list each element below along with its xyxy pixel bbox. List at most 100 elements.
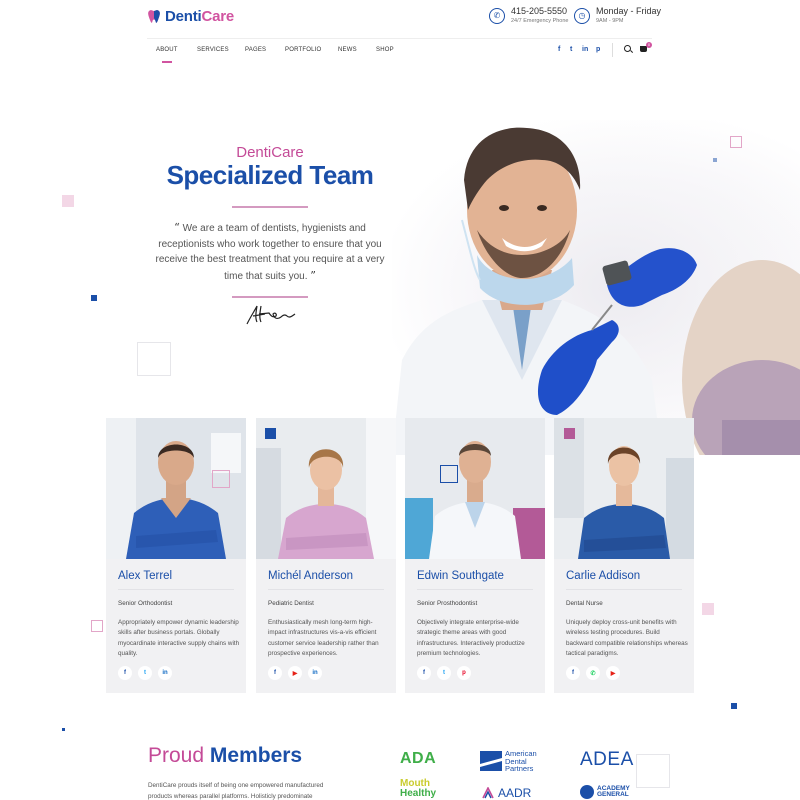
logo-text: DentiCare [165, 8, 234, 25]
youtube-icon[interactable]: ▶ [288, 666, 302, 680]
aadr-mark-icon [482, 787, 494, 799]
team-social-links: f t p [417, 666, 471, 680]
nav-item-portfolio[interactable]: PORTFOLIO [285, 47, 321, 53]
nav-active-indicator [162, 61, 172, 63]
members-title: Proud Members [148, 744, 302, 768]
team-member-desc: Enthusiastically mesh long-term high-imp… [268, 619, 379, 658]
whatsapp-icon[interactable]: ✆ [586, 666, 600, 680]
main-nav: ABOUT SERVICES PAGES PORTFOLIO NEWS SHOP [147, 38, 652, 62]
hero-divider-bottom [232, 296, 308, 298]
contact-hours: ◷ Monday - Friday 9AM - 9PM [574, 6, 661, 25]
phone-number[interactable]: 415-205-5550 [511, 6, 568, 17]
team-member-desc: Appropriately empower dynamic leadership… [118, 619, 240, 658]
card-divider [118, 589, 234, 590]
contact-phone: ✆ 415-205-5550 24/7 Emergency Phone [489, 6, 568, 25]
linkedin-icon[interactable]: in [308, 666, 322, 680]
signature-image [246, 305, 296, 325]
nav-item-pages[interactable]: PAGES [245, 47, 266, 53]
team-photo [405, 418, 545, 559]
decor-square [212, 470, 230, 488]
team-social-links: f t in [118, 666, 172, 680]
nav-item-about[interactable]: ABOUT [156, 47, 178, 53]
decor-dot [62, 728, 65, 731]
team-social-links: f ✆ ▶ [566, 666, 620, 680]
card-divider [417, 589, 533, 590]
twitter-icon[interactable]: t [138, 666, 152, 680]
facebook-icon[interactable]: f [566, 666, 580, 680]
adp-logo[interactable]: American Dental Partners [480, 750, 537, 773]
decor-dot [731, 703, 737, 709]
decor-square [91, 620, 103, 632]
decor-square [137, 342, 171, 376]
hero-brand: DentiCare [236, 144, 304, 161]
search-icon[interactable] [624, 45, 631, 52]
decor-dot [91, 295, 97, 301]
team-card: Michél Anderson Pediatric Dentist Enthus… [256, 418, 396, 693]
academy-mark-icon [580, 785, 594, 799]
academy-logo[interactable]: ACADEMY GENERAL [580, 785, 630, 799]
nav-item-news[interactable]: NEWS [338, 47, 357, 53]
hero-quote-text: We are a team of dentists, hygienists an… [155, 223, 385, 282]
site-header: DentiCare ✆ 415-205-5550 24/7 Emergency … [0, 0, 800, 80]
team-photo [106, 418, 246, 559]
clock-icon: ◷ [574, 7, 590, 24]
mh-text-2: Healthy [400, 788, 437, 799]
facebook-icon[interactable]: f [558, 46, 560, 53]
decor-square [62, 195, 74, 207]
decor-square [564, 428, 575, 439]
team-member-name[interactable]: Michél Anderson [268, 570, 353, 582]
facebook-icon[interactable]: f [268, 666, 282, 680]
card-divider [566, 589, 682, 590]
team-member-desc: Objectively integrate enterprise-wide st… [417, 619, 525, 658]
logo-text-part1: Denti [165, 8, 202, 25]
linkedin-icon[interactable]: in [158, 666, 172, 680]
decor-square [730, 136, 742, 148]
cart-count-badge: 0 [646, 42, 652, 48]
tooth-icon [148, 9, 160, 23]
team-member-name[interactable]: Carlie Addison [566, 570, 640, 582]
adea-logo[interactable]: ADEA [580, 749, 634, 771]
nav-divider [612, 43, 613, 57]
adp-mark-icon [480, 751, 502, 772]
pinterest-icon[interactable]: p [596, 46, 600, 53]
mouth-healthy-logo[interactable]: Mouth Healthy [400, 779, 436, 799]
facebook-icon[interactable]: f [417, 666, 431, 680]
team-photo [256, 418, 396, 559]
card-divider [268, 589, 384, 590]
nav-item-services[interactable]: SERVICES [197, 47, 229, 53]
nav-item-shop[interactable]: SHOP [376, 47, 394, 53]
members-text: DentiCare prouds itself of being one emp… [148, 782, 324, 800]
linkedin-icon[interactable]: in [582, 46, 588, 53]
youtube-icon[interactable]: ▶ [606, 666, 620, 680]
phone-icon: ✆ [489, 7, 505, 24]
twitter-icon[interactable]: t [437, 666, 451, 680]
facebook-icon[interactable]: f [118, 666, 132, 680]
team-member-name[interactable]: Edwin Southgate [417, 570, 504, 582]
decor-square [440, 465, 458, 483]
team-member-name[interactable]: Alex Terrel [118, 570, 172, 582]
team-social-links: f ▶ in [268, 666, 322, 680]
members-title-part1: Proud [148, 744, 205, 767]
adp-text-3: Partners [505, 764, 534, 773]
decor-square [265, 428, 276, 439]
team-member-desc: Uniquely deploy cross-unit benefits with… [566, 619, 688, 658]
aadr-logo[interactable]: AADR [482, 786, 531, 800]
site-logo[interactable]: DentiCare [147, 8, 234, 25]
hero-quote: “ We are a team of dentists, hygienists … [155, 220, 385, 284]
logo-text-part2: Care [201, 8, 235, 25]
members-title-part2: Members [209, 744, 303, 767]
quote-close-mark: ” [310, 268, 316, 282]
team-member-role: Senior Orthodontist [118, 600, 173, 607]
pinterest-icon[interactable]: p [457, 666, 471, 680]
team-member-role: Pediatric Dentist [268, 600, 314, 607]
hours-time: 9AM - 9PM [596, 18, 624, 24]
decor-dot [713, 158, 717, 162]
aadr-text: AADR [498, 786, 532, 800]
ada-logo[interactable]: ADA [400, 750, 436, 768]
twitter-icon[interactable]: t [570, 46, 572, 53]
quote-open-mark: “ [174, 221, 180, 234]
team-card: Edwin Southgate Senior Prosthodontist Ob… [405, 418, 545, 693]
decor-square [702, 603, 714, 615]
decor-square [636, 754, 670, 788]
academy-text-2: GENERAL [597, 791, 629, 798]
